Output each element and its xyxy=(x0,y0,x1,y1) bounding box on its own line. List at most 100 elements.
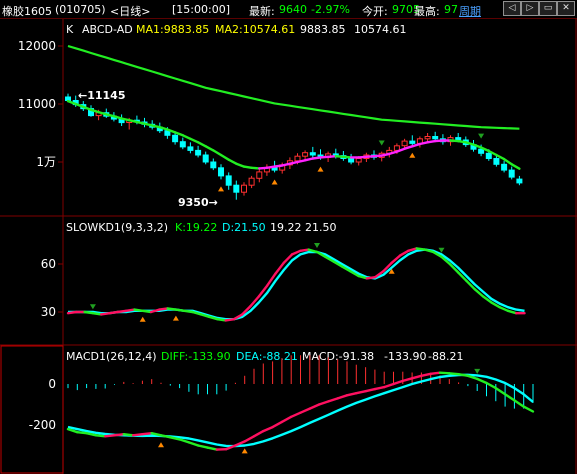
macd-diff-line-seg xyxy=(76,431,88,435)
candle-body xyxy=(348,158,355,163)
macd-diff-line-seg xyxy=(355,390,367,395)
ma1-line-seg xyxy=(510,163,521,170)
kd-k-line-seg xyxy=(299,248,310,253)
indicator-name: ABCD-AD xyxy=(82,23,133,36)
macd-diff-line-seg xyxy=(336,394,349,400)
ma1-line-seg xyxy=(189,137,200,144)
macd-diff-label: DIFF:-133.90 xyxy=(161,350,231,363)
macd-diff-line-seg xyxy=(401,377,414,383)
sell-arrow-icon xyxy=(378,140,385,146)
candle-body xyxy=(210,161,217,169)
buy-arrow-icon xyxy=(241,448,248,454)
kd-k-line-seg xyxy=(166,307,178,311)
macd-value-1: -133.90 xyxy=(384,350,426,363)
macd-name: MACD1(26,12,4) xyxy=(66,350,157,363)
candle-body xyxy=(485,152,492,160)
ma2-value: 10574.61 xyxy=(354,23,407,36)
buy-arrow-icon xyxy=(158,442,164,448)
sell-arrow-icon xyxy=(438,247,445,253)
macd-diff-line-seg xyxy=(513,399,525,408)
candle-body xyxy=(271,167,278,171)
ma1-line-seg xyxy=(204,145,215,152)
kd-k-line-seg xyxy=(124,308,136,312)
ma1-line-seg xyxy=(212,149,223,157)
macd-diff-line-seg xyxy=(206,446,219,451)
macd-diff-line-seg xyxy=(308,403,321,410)
kd-k-line-seg xyxy=(506,309,518,315)
candle-body xyxy=(202,154,209,163)
price-tick-10000: 1万 xyxy=(36,155,56,169)
kd-k-line-seg xyxy=(415,247,427,251)
kd-k-line-seg xyxy=(141,309,153,314)
kd-value-2: 21.50 xyxy=(305,221,337,234)
macd-diff-line-seg xyxy=(345,392,358,397)
price-tick-12000: 12000 xyxy=(18,39,56,53)
kd-d-label: D:21.50 xyxy=(222,221,266,234)
ma1-line-seg xyxy=(196,141,207,148)
macd-plot xyxy=(66,355,535,454)
macd-diff-line-seg xyxy=(364,387,377,393)
macd-diff-line-seg xyxy=(438,371,451,375)
ma1-line-seg xyxy=(403,145,414,150)
sell-arrow-icon xyxy=(478,133,485,139)
ma1-value: 9883.85 xyxy=(300,23,346,36)
ma2-label: MA2:10574.61 xyxy=(215,23,295,36)
candle-body xyxy=(493,158,500,165)
macd-panel-header: MACD1(26,12,4) DIFF:-133.90 DEA:-88.21 M… xyxy=(66,350,463,363)
kd-k-line-seg xyxy=(133,308,144,312)
macd-diff-line-seg xyxy=(327,397,339,403)
macd-diff-line-seg xyxy=(373,385,386,391)
candle-body xyxy=(241,184,247,193)
macd-diff-line-seg xyxy=(243,435,256,443)
macd-diff-line-seg xyxy=(271,420,284,429)
kd-k-line-seg xyxy=(116,309,128,314)
candle-body xyxy=(218,167,224,177)
price-panel-header: K ABCD-AD MA1:9883.85 MA2:10574.61 9883.… xyxy=(66,23,407,36)
kd-k-line-seg xyxy=(91,312,103,316)
macd-diff-line-seg xyxy=(522,405,535,413)
kd-panel-header: SLOWKD1(9,3,3,2) K:19.22 D:21.50 19.22 2… xyxy=(66,221,337,234)
macd-diff-line-seg xyxy=(317,400,330,406)
kd-tick-60: 60 xyxy=(41,257,56,271)
kd-k-line-seg xyxy=(108,310,120,315)
macd-diff-line-seg xyxy=(503,393,516,402)
candle-body xyxy=(432,136,439,140)
candle-body xyxy=(256,171,263,179)
ma1-line-seg xyxy=(227,158,238,165)
macd-axis-frame xyxy=(0,345,64,474)
buy-arrow-icon xyxy=(409,152,416,158)
macd-tick-0: 0 xyxy=(48,377,56,391)
buy-arrow-icon xyxy=(218,186,224,192)
macd-diff-line-seg xyxy=(457,373,470,377)
macd-diff-line-seg xyxy=(280,415,293,424)
candle-body xyxy=(248,177,255,186)
kd-k-line-seg xyxy=(99,312,111,316)
candle-body xyxy=(179,141,186,148)
macd-diff-line-seg xyxy=(122,433,135,437)
sell-arrow-icon xyxy=(314,243,320,248)
macd-diff-line-seg xyxy=(141,432,153,436)
candle-body xyxy=(455,137,462,141)
candle-body xyxy=(233,184,240,193)
macd-diff-line-seg xyxy=(420,372,432,377)
ma1-line-seg xyxy=(502,157,513,166)
candle-body xyxy=(508,169,515,178)
panel-frames xyxy=(0,19,577,474)
price-tick-11000: 11000 xyxy=(18,97,56,111)
macd-diff-line-seg xyxy=(262,425,274,433)
macd-diff-line-seg xyxy=(299,407,311,414)
kd-k-line-seg xyxy=(158,307,169,311)
buy-arrow-icon xyxy=(139,316,146,322)
macd-diff-line-seg xyxy=(290,411,302,418)
macd-diff-line-seg xyxy=(94,434,107,438)
candle-body xyxy=(478,148,485,154)
buy-arrow-icon xyxy=(317,166,324,172)
macd-dea-label: DEA:-88.21 xyxy=(236,350,298,363)
candle-body xyxy=(187,146,194,151)
kd-k-line-seg xyxy=(174,308,186,312)
candle-body xyxy=(516,178,523,184)
k-label: K xyxy=(66,23,74,36)
macd-diff-line-seg xyxy=(448,372,460,376)
candle-body xyxy=(172,134,179,143)
sell-arrow-icon xyxy=(474,368,481,374)
